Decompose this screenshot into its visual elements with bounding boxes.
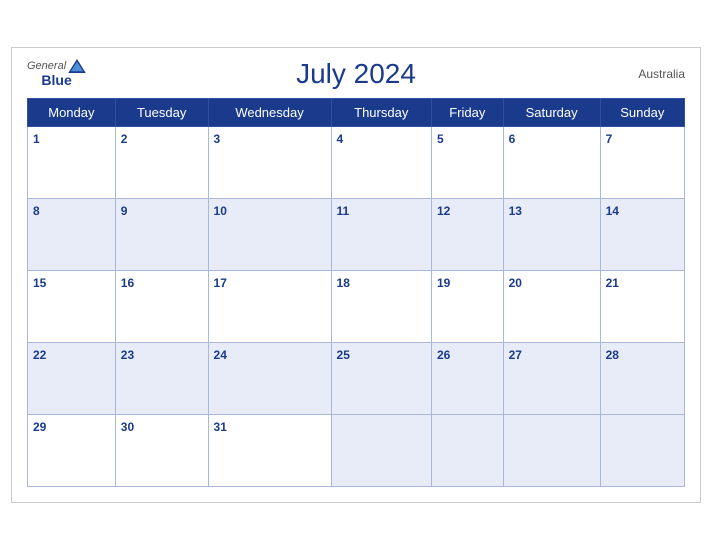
calendar-cell: 18	[331, 271, 431, 343]
day-number: 24	[214, 348, 227, 362]
calendar-cell: 10	[208, 199, 331, 271]
day-number: 1	[33, 132, 40, 146]
logo-general-text: General	[27, 60, 66, 72]
calendar-cell: 30	[115, 415, 208, 487]
calendar-cell: 26	[431, 343, 503, 415]
day-number: 12	[437, 204, 450, 218]
day-number: 18	[337, 276, 350, 290]
day-number: 26	[437, 348, 450, 362]
calendar-cell: 25	[331, 343, 431, 415]
day-number: 2	[121, 132, 128, 146]
week-row-1: 1 2 3 4 5 6 7	[28, 127, 685, 199]
calendar-cell	[503, 415, 600, 487]
day-number: 21	[606, 276, 619, 290]
day-number: 17	[214, 276, 227, 290]
calendar-cell: 21	[600, 271, 684, 343]
day-number: 20	[509, 276, 522, 290]
calendar-cell: 4	[331, 127, 431, 199]
country-label: Australia	[638, 67, 685, 81]
calendar-cell: 24	[208, 343, 331, 415]
day-number: 22	[33, 348, 46, 362]
logo-blue-text: Blue	[41, 73, 71, 88]
day-number: 15	[33, 276, 46, 290]
day-number: 16	[121, 276, 134, 290]
day-number: 28	[606, 348, 619, 362]
calendar-cell: 27	[503, 343, 600, 415]
calendar-container: General Blue July 2024 Australia MondayT…	[11, 47, 701, 503]
day-number: 29	[33, 420, 46, 434]
week-row-4: 22 23 24 25 26 27 28	[28, 343, 685, 415]
calendar-title: July 2024	[296, 58, 416, 90]
days-header-row: MondayTuesdayWednesdayThursdayFridaySatu…	[28, 99, 685, 127]
day-number: 4	[337, 132, 344, 146]
calendar-cell: 11	[331, 199, 431, 271]
calendar-cell: 14	[600, 199, 684, 271]
calendar-cell: 22	[28, 343, 116, 415]
day-number: 5	[437, 132, 444, 146]
calendar-cell	[600, 415, 684, 487]
calendar-cell: 13	[503, 199, 600, 271]
day-number: 23	[121, 348, 134, 362]
day-header-saturday: Saturday	[503, 99, 600, 127]
calendar-cell: 1	[28, 127, 116, 199]
calendar-cell: 16	[115, 271, 208, 343]
day-number: 11	[337, 204, 350, 218]
day-number: 7	[606, 132, 613, 146]
day-number: 13	[509, 204, 522, 218]
day-number: 3	[214, 132, 221, 146]
week-row-5: 29 30 31	[28, 415, 685, 487]
calendar-cell: 23	[115, 343, 208, 415]
day-header-friday: Friday	[431, 99, 503, 127]
logo-icon	[68, 59, 86, 73]
day-number: 19	[437, 276, 450, 290]
calendar-table: MondayTuesdayWednesdayThursdayFridaySatu…	[27, 98, 685, 487]
calendar-cell: 31	[208, 415, 331, 487]
calendar-cell: 28	[600, 343, 684, 415]
calendar-cell: 20	[503, 271, 600, 343]
calendar-cell	[331, 415, 431, 487]
day-header-thursday: Thursday	[331, 99, 431, 127]
day-header-tuesday: Tuesday	[115, 99, 208, 127]
day-number: 14	[606, 204, 619, 218]
calendar-header: General Blue July 2024 Australia	[27, 58, 685, 90]
calendar-cell: 6	[503, 127, 600, 199]
calendar-cell: 12	[431, 199, 503, 271]
calendar-cell: 15	[28, 271, 116, 343]
day-number: 30	[121, 420, 134, 434]
calendar-cell: 17	[208, 271, 331, 343]
week-row-3: 15 16 17 18 19 20 21	[28, 271, 685, 343]
calendar-cell: 8	[28, 199, 116, 271]
week-row-2: 8 9 10 11 12 13 14	[28, 199, 685, 271]
day-number: 6	[509, 132, 516, 146]
calendar-cell	[431, 415, 503, 487]
calendar-cell: 2	[115, 127, 208, 199]
calendar-cell: 5	[431, 127, 503, 199]
day-number: 8	[33, 204, 40, 218]
calendar-cell: 7	[600, 127, 684, 199]
day-number: 9	[121, 204, 128, 218]
day-number: 10	[214, 204, 227, 218]
day-number: 27	[509, 348, 522, 362]
day-header-sunday: Sunday	[600, 99, 684, 127]
logo-area: General Blue	[27, 59, 86, 88]
day-number: 31	[214, 420, 227, 434]
day-number: 25	[337, 348, 350, 362]
day-header-monday: Monday	[28, 99, 116, 127]
calendar-cell: 29	[28, 415, 116, 487]
calendar-cell: 9	[115, 199, 208, 271]
day-header-wednesday: Wednesday	[208, 99, 331, 127]
calendar-cell: 3	[208, 127, 331, 199]
calendar-cell: 19	[431, 271, 503, 343]
